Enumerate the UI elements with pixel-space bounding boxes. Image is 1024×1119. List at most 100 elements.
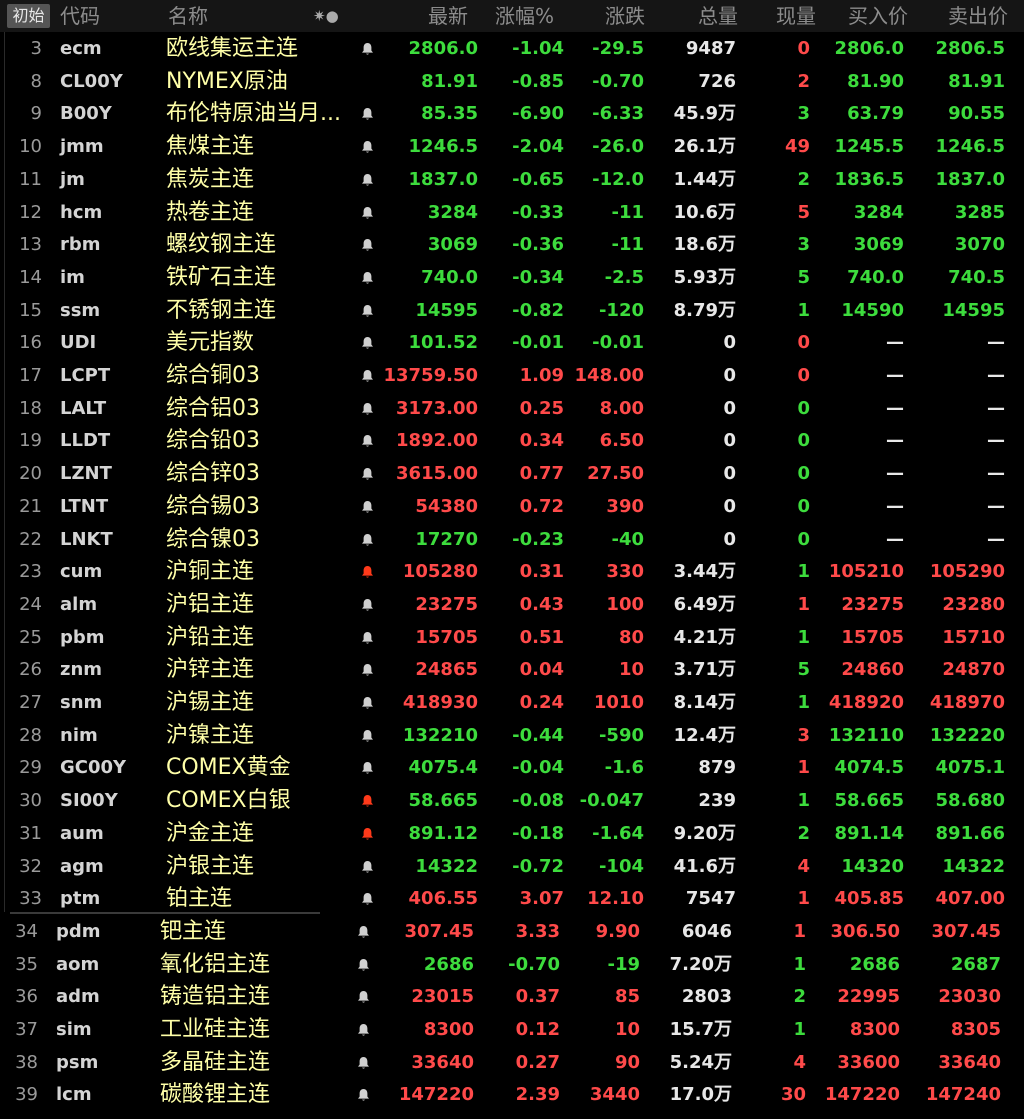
bell-icon[interactable] [356,948,370,981]
bell-icon[interactable] [360,163,374,196]
bell-icon[interactable] [360,326,374,359]
header-change-pct[interactable]: 涨幅% [495,0,554,32]
table-row[interactable]: 11 jm 焦炭主连 1837.0 -0.65 -12.0 1.44万 2 1836.5 1837… [0,163,1024,196]
bell-icon[interactable] [360,32,374,65]
bell-icon[interactable] [356,1078,370,1111]
table-row[interactable]: 8 CL00Y NYMEX原油 81.91 -0.85 -0.70 726 2 81.90 81.… [0,65,1024,98]
table-row[interactable]: 38 psm 多晶硅主连 33640 0.27 90 5.24万 4 33600 33640 [0,1046,1024,1079]
table-row[interactable]: 36 adm 铸造铝主连 23015 0.37 85 2803 2 22995 23030 [0,980,1024,1013]
table-row[interactable]: 17 LCPT 综合铜03 13759.50 1.09 148.00 0 0 — — [0,359,1024,392]
row-volume: 4.21万 [673,626,736,648]
bell-icon[interactable] [360,621,374,654]
table-row[interactable]: 30 SI00Y COMEX白银 58.665 -0.08 -0.047 239 1 58.66… [0,784,1024,817]
table-row[interactable]: 16 UDI 美元指数 101.52 -0.01 -0.01 0 0 — — [0,326,1024,359]
row-bid: 63.79 [847,103,904,125]
row-index: 17 [19,365,42,386]
bell-icon[interactable] [360,653,374,686]
table-row[interactable]: 39 lcm 碳酸锂主连 147220 2.39 3440 17.0万 30 147220 147… [0,1078,1024,1111]
header-ask[interactable]: 卖出价 [948,0,1008,32]
table-row[interactable]: 24 alm 沪铝主连 23275 0.43 100 6.49万 1 23275 23280 [0,588,1024,621]
bell-icon[interactable] [360,850,374,883]
bell-icon[interactable] [360,359,374,392]
row-change: -0.047 [579,790,644,812]
table-row[interactable]: 23 cum 沪铜主连 105280 0.31 330 3.44万 1 105210 105290 [0,555,1024,588]
table-row[interactable]: 21 LTNT 综合锡03 54380 0.72 390 0 0 — — [0,490,1024,523]
bell-icon[interactable] [360,882,374,915]
table-row[interactable]: 25 pbm 沪铅主连 15705 0.51 80 4.21万 1 15705 15710 [0,621,1024,654]
table-row[interactable]: 15 ssm 不锈钢主连 14595 -0.82 -120 8.79万 1 14590 14595 [0,294,1024,327]
table-row[interactable]: 31 aum 沪金主连 891.12 -0.18 -1.64 9.20万 2 891.14 891… [0,817,1024,850]
table-row[interactable]: 26 znm 沪锌主连 24865 0.04 10 3.71万 5 24860 24870 [0,653,1024,686]
row-change: 100 [606,593,644,615]
table-row[interactable]: 9 B00Y 布伦特原油当月... 85.35 -6.90 -6.33 45.9万 3 63.7… [0,97,1024,130]
table-row[interactable]: 35 aom 氧化铝主连 2686 -0.70 -19 7.20万 1 2686 2687 [0,948,1024,981]
bell-icon[interactable] [360,97,374,130]
bell-icon[interactable] [360,523,374,556]
row-latest: 58.665 [408,790,478,812]
row-index: 26 [19,659,42,681]
row-current-volume: 1 [797,593,810,615]
row-code: sim [56,1019,92,1040]
table-row[interactable]: 20 LZNT 综合锌03 3615.00 0.77 27.50 0 0 — — [0,457,1024,490]
alert-bell-icon[interactable] [360,555,374,588]
bell-icon[interactable] [360,392,374,425]
bell-icon[interactable] [360,294,374,327]
alert-bell-icon[interactable] [360,817,374,850]
alert-bell-icon[interactable] [360,784,374,817]
row-volume: 6.49万 [673,593,736,615]
bell-icon[interactable] [360,457,374,490]
table-row[interactable]: 18 LALT 综合铝03 3173.00 0.25 8.00 0 0 — — [0,392,1024,425]
init-button[interactable]: 初始 [7,4,50,28]
settings-dots-icon[interactable]: ✷● [313,0,339,32]
header-bid[interactable]: 买入价 [848,0,908,32]
table-row[interactable]: 12 hcm 热卷主连 3284 -0.33 -11 10.6万 5 3284 3285 [0,196,1024,229]
row-code: jm [60,168,85,190]
bell-icon[interactable] [360,686,374,719]
table-row[interactable]: 13 rbm 螺纹钢主连 3069 -0.36 -11 18.6万 3 3069 3070 [0,228,1024,261]
header-code[interactable]: 代码 [60,0,100,32]
row-index: 13 [19,234,42,256]
row-ask: — [987,495,1005,517]
row-change-pct: -0.08 [512,790,564,812]
table-row[interactable]: 37 sim 工业硅主连 8300 0.12 10 15.7万 1 8300 8305 [0,1013,1024,1046]
bell-icon[interactable] [356,980,370,1013]
table-row[interactable]: 19 LLDT 综合铅03 1892.00 0.34 6.50 0 0 — — [0,424,1024,457]
bell-icon[interactable] [360,261,374,294]
header-name[interactable]: 名称 [168,0,208,32]
table-row[interactable]: 3 ecm 欧线集运主连 2806.0 -1.04 -29.5 9487 0 2806.0 280… [0,32,1024,65]
row-latest: 8300 [423,1019,474,1040]
bell-icon[interactable] [356,915,370,948]
row-bid: — [886,397,904,419]
bell-icon[interactable] [360,490,374,523]
row-change-pct: -0.01 [512,332,564,354]
bell-icon[interactable] [356,1046,370,1079]
bell-icon[interactable] [360,130,374,163]
bell-icon[interactable] [360,751,374,784]
header-change[interactable]: 涨跌 [605,0,645,32]
table-row[interactable]: 10 jmm 焦煤主连 1246.5 -2.04 -26.0 26.1万 49 1245.5 12… [0,130,1024,163]
header-current-volume[interactable]: 现量 [776,0,816,32]
bell-icon[interactable] [360,424,374,457]
table-row[interactable]: 33 ptm 铂主连 406.55 3.07 12.10 7547 1 405.85 407.00 [0,882,1024,915]
header-latest[interactable]: 最新 [428,0,468,32]
bell-icon[interactable] [356,1013,370,1046]
row-ask: 23030 [938,986,1001,1008]
table-row[interactable]: 29 GC00Y COMEX黄金 4075.4 -0.04 -1.6 879 1 4074.5 4… [0,751,1024,784]
row-change: -11 [611,234,644,256]
table-row[interactable]: 14 im 铁矿石主连 740.0 -0.34 -2.5 5.93万 5 740.0 740.5 [0,261,1024,294]
table-row[interactable]: 32 agm 沪银主连 14322 -0.72 -104 41.6万 4 14320 14322 [0,850,1024,883]
row-name: NYMEX原油 [166,68,288,94]
table-row[interactable]: 34 pdm 钯主连 307.45 3.33 9.90 6046 1 306.50 307.45 [0,915,1024,948]
bell-icon[interactable] [360,588,374,621]
row-code: pbm [60,626,105,648]
bell-icon[interactable] [360,196,374,229]
row-name: 螺纹钢主连 [166,232,277,258]
bell-icon[interactable] [360,719,374,752]
header-volume[interactable]: 总量 [698,0,738,32]
bell-icon[interactable] [360,228,374,261]
table-row[interactable]: 22 LNKT 综合镍03 17270 -0.23 -40 0 0 — — [0,523,1024,556]
row-index: 34 [15,920,38,942]
table-row[interactable]: 27 snm 沪锡主连 418930 0.24 1010 8.14万 1 418920 41897… [0,686,1024,719]
table-row[interactable]: 28 nim 沪镍主连 132210 -0.44 -590 12.4万 3 132110 1322… [0,719,1024,752]
row-change: -26.0 [592,136,644,158]
